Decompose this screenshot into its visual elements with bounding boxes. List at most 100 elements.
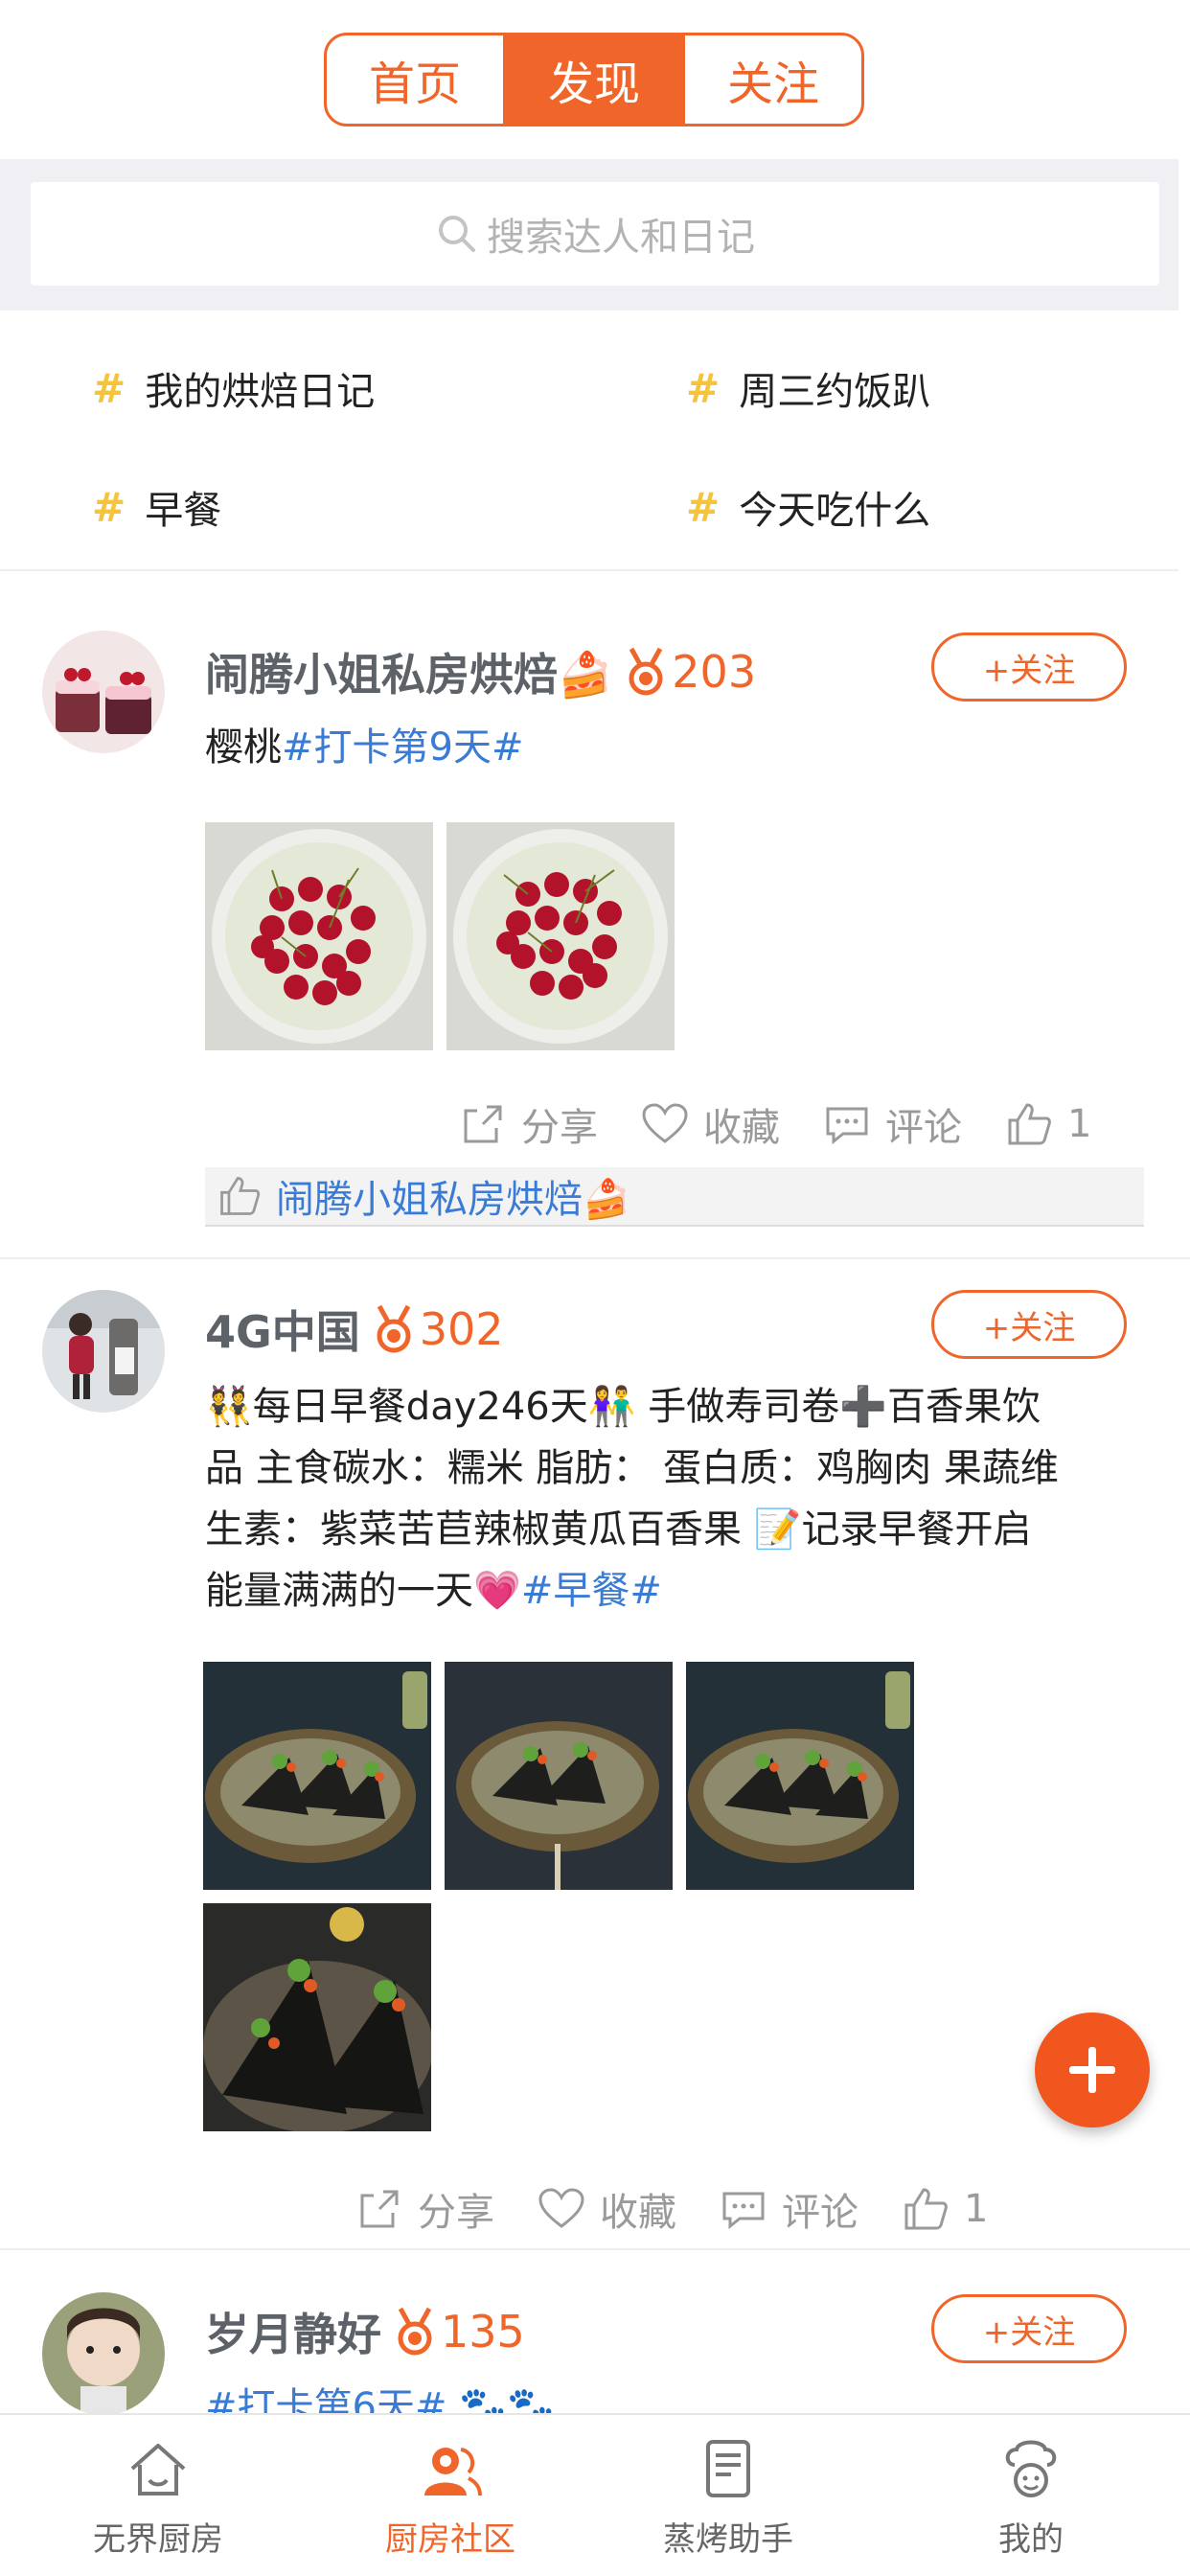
post-image[interactable] xyxy=(205,822,433,1050)
post-header: 岁月静好 135 xyxy=(205,2300,525,2363)
hash-icon: # xyxy=(92,483,126,531)
post-image[interactable] xyxy=(446,822,675,1050)
like-count: 1 xyxy=(1067,1102,1092,1146)
user-score: 302 xyxy=(419,1303,504,1355)
avatar[interactable] xyxy=(42,1290,165,1413)
topic-item[interactable]: # 今天吃什么 xyxy=(686,479,930,535)
comment-button[interactable]: 评论 xyxy=(822,1096,962,1152)
add-post-button[interactable] xyxy=(1035,2012,1150,2128)
thumbs-up-icon xyxy=(904,2188,948,2230)
medal-icon xyxy=(624,647,668,697)
chef-icon xyxy=(1005,2440,1057,2497)
liked-by-bar: 闹腾小姐私房烘焙🍰 xyxy=(205,1167,1144,1227)
post-tag[interactable]: #打卡第6天# xyxy=(205,2385,446,2413)
nav-label: 我的 xyxy=(998,2520,1064,2559)
username[interactable]: 岁月静好 xyxy=(205,2300,381,2363)
topic-item[interactable]: # 我的烘焙日记 xyxy=(92,360,375,416)
search-section: 搜索达人和日记 xyxy=(0,159,1179,310)
nav-label: 蒸烤助手 xyxy=(663,2520,793,2559)
post-image[interactable] xyxy=(203,1903,431,2131)
share-button[interactable]: 分享 xyxy=(355,2181,494,2237)
like-button[interactable]: 1 xyxy=(1004,1099,1091,1149)
share-label: 分享 xyxy=(521,1106,598,1150)
plus-icon xyxy=(1069,2047,1115,2093)
nav-item-community[interactable]: 厨房社区 xyxy=(316,2415,584,2576)
nav-label: 无界厨房 xyxy=(93,2520,223,2559)
nav-label: 厨房社区 xyxy=(385,2520,515,2559)
follow-button[interactable]: +关注 xyxy=(931,1290,1127,1359)
bottom-nav: 无界厨房 厨房社区 蒸烤助手 我的 xyxy=(0,2413,1190,2576)
hash-icon: # xyxy=(686,483,721,531)
paw-icons: 🐾🐾 xyxy=(459,2385,555,2413)
follow-button[interactable]: +关注 xyxy=(931,2294,1127,2363)
collect-button[interactable]: 收藏 xyxy=(640,1096,780,1152)
hash-icon: # xyxy=(686,364,721,412)
post-text: #打卡第6天# 🐾🐾 xyxy=(205,2377,555,2413)
post-actions: 分享 收藏 评论 1 xyxy=(355,2181,988,2237)
like-count: 1 xyxy=(964,2187,989,2231)
topic-item[interactable]: # 周三约饭趴 xyxy=(686,360,930,416)
post-header: 闹腾小姐私房烘焙🍰 203 xyxy=(205,640,756,703)
tab-discover[interactable]: 发现 xyxy=(503,35,682,124)
thumbs-up-icon xyxy=(1008,1103,1051,1145)
share-label: 分享 xyxy=(418,2191,494,2235)
topic-label: 周三约饭趴 xyxy=(739,370,931,414)
post-image[interactable] xyxy=(445,1662,673,1890)
like-button[interactable]: 1 xyxy=(901,2184,988,2234)
heart-icon xyxy=(538,2188,584,2228)
post-tag[interactable]: #早餐# xyxy=(521,1569,662,1613)
comment-label: 评论 xyxy=(782,2191,858,2235)
nav-item-kitchen[interactable]: 无界厨房 xyxy=(0,2415,316,2576)
topic-list: # 我的烘焙日记 # 周三约饭趴 # 早餐 # 今天吃什么 xyxy=(0,310,1179,571)
username[interactable]: 闹腾小姐私房烘焙🍰 xyxy=(205,640,612,703)
post-card: 闹腾小姐私房烘焙🍰 203 +关注 樱桃#打卡第9天# 分享 收藏 评论 1 闹… xyxy=(0,573,1190,1259)
user-score: 203 xyxy=(672,646,757,698)
post-text: 👯每日早餐day246天👫 手做寿司卷➕百香果饮品 主食碳水：糯米 脂肪： 蛋白… xyxy=(205,1376,1067,1622)
post-tag[interactable]: #打卡第9天# xyxy=(282,725,523,770)
share-icon xyxy=(464,1105,502,1143)
post-text: 樱桃#打卡第9天# xyxy=(205,717,523,778)
nav-item-mine[interactable]: 我的 xyxy=(872,2415,1190,2576)
medal-icon xyxy=(372,1304,416,1354)
house-icon xyxy=(130,2444,186,2496)
hash-icon: # xyxy=(92,364,126,412)
collect-label: 收藏 xyxy=(703,1106,780,1150)
topic-label: 今天吃什么 xyxy=(739,489,931,533)
topic-item[interactable]: # 早餐 xyxy=(92,479,221,535)
comment-button[interactable]: 评论 xyxy=(719,2181,858,2237)
nav-item-assistant[interactable]: 蒸烤助手 xyxy=(584,2415,872,2576)
medal-icon xyxy=(393,2307,437,2357)
thumbs-up-icon xyxy=(220,1177,261,1215)
community-icon xyxy=(424,2448,482,2496)
username[interactable]: 4G中国 xyxy=(205,1298,360,1361)
comment-icon xyxy=(826,1107,868,1145)
follow-button[interactable]: +关注 xyxy=(931,632,1127,702)
user-score: 135 xyxy=(441,2306,525,2358)
comment-label: 评论 xyxy=(885,1106,962,1150)
search-placeholder: 搜索达人和日记 xyxy=(487,216,755,260)
segmented-tabs: 首页 发现 关注 xyxy=(324,33,864,126)
post-card: 4G中国 302 +关注 👯每日早餐day246天👫 手做寿司卷➕百香果饮品 主… xyxy=(0,1261,1190,2250)
post-image[interactable] xyxy=(686,1662,914,1890)
search-input[interactable]: 搜索达人和日记 xyxy=(31,182,1159,286)
recipe-icon xyxy=(706,2440,750,2497)
heart-icon xyxy=(642,1103,688,1143)
share-button[interactable]: 分享 xyxy=(458,1096,598,1152)
collect-button[interactable]: 收藏 xyxy=(537,2181,676,2237)
search-icon xyxy=(439,216,475,252)
tab-home[interactable]: 首页 xyxy=(327,35,503,124)
collect-label: 收藏 xyxy=(600,2191,676,2235)
post-actions: 分享 收藏 评论 1 xyxy=(458,1096,1091,1152)
avatar[interactable] xyxy=(42,631,165,753)
top-bar: 首页 发现 关注 xyxy=(0,0,1190,159)
comment-icon xyxy=(722,2192,765,2230)
share-icon xyxy=(360,2190,399,2228)
avatar[interactable] xyxy=(42,2292,165,2413)
liked-by-name[interactable]: 闹腾小姐私房烘焙🍰 xyxy=(276,1168,630,1224)
tab-follow[interactable]: 关注 xyxy=(682,35,861,124)
post-text-body: 樱桃 xyxy=(205,725,282,770)
post-image[interactable] xyxy=(203,1662,431,1890)
post-header: 4G中国 302 xyxy=(205,1298,504,1361)
post-card: 岁月静好 135 +关注 #打卡第6天# 🐾🐾 xyxy=(0,2252,1190,2413)
topic-label: 早餐 xyxy=(145,489,222,533)
